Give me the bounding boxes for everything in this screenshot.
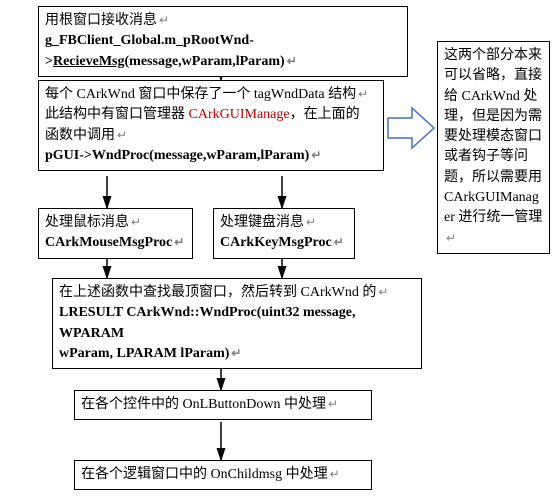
- side-t6: 或者钩子等问: [444, 149, 528, 164]
- b2-line1: 每个 CArkWnd 窗口中保存了一个 tagWndData 结构: [45, 87, 356, 102]
- return-mark: ↵: [358, 86, 368, 103]
- b3-line2: CArkMouseMsgProc: [45, 235, 172, 250]
- return-mark: ↵: [311, 147, 321, 164]
- side-t9: er 进行统一管理: [444, 210, 542, 225]
- return-mark: ↵: [334, 234, 344, 251]
- side-t7: 题，所以需要用: [444, 170, 542, 185]
- b2-line2-pre: 此结构中有窗口管理器: [45, 107, 189, 122]
- b7-line1: 在各个逻辑窗口中的 OnChildmsg 中处理: [81, 467, 328, 482]
- b4-line1: 处理键盘消息: [220, 215, 304, 230]
- side-t2: 可以省略，直接: [444, 68, 542, 83]
- b5-line2: LRESULT CArkWnd::WndProc(uint32 message,…: [59, 305, 356, 340]
- return-mark: ↵: [117, 127, 127, 144]
- block-arrow-right: [388, 108, 434, 148]
- side-t1: 这两个部分本来: [444, 48, 542, 63]
- node-receive-msg: 用根窗口接收消息↵ g_FBClient_Global.m_pRootWnd->…: [38, 6, 408, 77]
- return-mark: ↵: [131, 214, 141, 231]
- return-mark: ↵: [287, 53, 297, 70]
- node-onchildmsg: 在各个逻辑窗口中的 OnChildmsg 中处理↵: [74, 460, 372, 490]
- return-mark: ↵: [446, 230, 456, 247]
- b1-line1: 用根窗口接收消息: [45, 13, 157, 28]
- b4-line2: CArkKeyMsgProc: [220, 235, 332, 250]
- b5-line1: 在上述函数中查找最顶窗口，然后转到 CArkWnd 的: [59, 285, 376, 300]
- side-t8: CArkGUIManag: [444, 190, 539, 205]
- b2-line4: pGUI->WndProc(message,wParam,lParam): [45, 148, 309, 163]
- return-mark: ↵: [306, 214, 316, 231]
- return-mark: ↵: [159, 12, 169, 29]
- node-onlbuttondown: 在各个控件中的 OnLButtonDown 中处理↵: [74, 390, 372, 420]
- side-t5: 要处理模态窗口: [444, 129, 542, 144]
- node-key-proc: 处理键盘消息↵ CArkKeyMsgProc↵: [213, 208, 355, 259]
- b2-line3: 函数中调用: [45, 128, 115, 143]
- return-mark: ↵: [378, 284, 388, 301]
- b1-line2-u: RecieveMsg: [53, 54, 125, 69]
- b2-line2-post: ，在上面的: [290, 107, 360, 122]
- b5-line3: wParam, LPARAM lParam): [59, 346, 229, 361]
- return-mark: ↵: [174, 234, 184, 251]
- return-mark: ↵: [328, 396, 338, 413]
- node-mouse-proc: 处理鼠标消息↵ CArkMouseMsgProc↵: [38, 208, 193, 259]
- return-mark: ↵: [231, 345, 241, 362]
- side-note: 这两个部分本来 可以省略，直接 给 CArkWnd 处 理，但是因为需 要处理模…: [437, 41, 550, 254]
- node-wndproc: 在上述函数中查找最顶窗口，然后转到 CArkWnd 的↵ LRESULT CAr…: [52, 278, 422, 369]
- side-t4: 理，但是因为需: [444, 109, 542, 124]
- b6-line1: 在各个控件中的 OnLButtonDown 中处理: [81, 397, 326, 412]
- b1-line2-post: (message,wParam,lParam): [125, 54, 285, 69]
- b2-line2-red: CArkGUIManage: [189, 107, 290, 122]
- return-mark: ↵: [330, 466, 340, 483]
- flowchart-canvas: 用根窗口接收消息↵ g_FBClient_Global.m_pRootWnd->…: [0, 0, 555, 503]
- b3-line1: 处理鼠标消息: [45, 215, 129, 230]
- side-t3: 给 CArkWnd 处: [444, 89, 537, 104]
- node-gui-manage: 每个 CArkWnd 窗口中保存了一个 tagWndData 结构↵ 此结构中有…: [38, 80, 384, 171]
